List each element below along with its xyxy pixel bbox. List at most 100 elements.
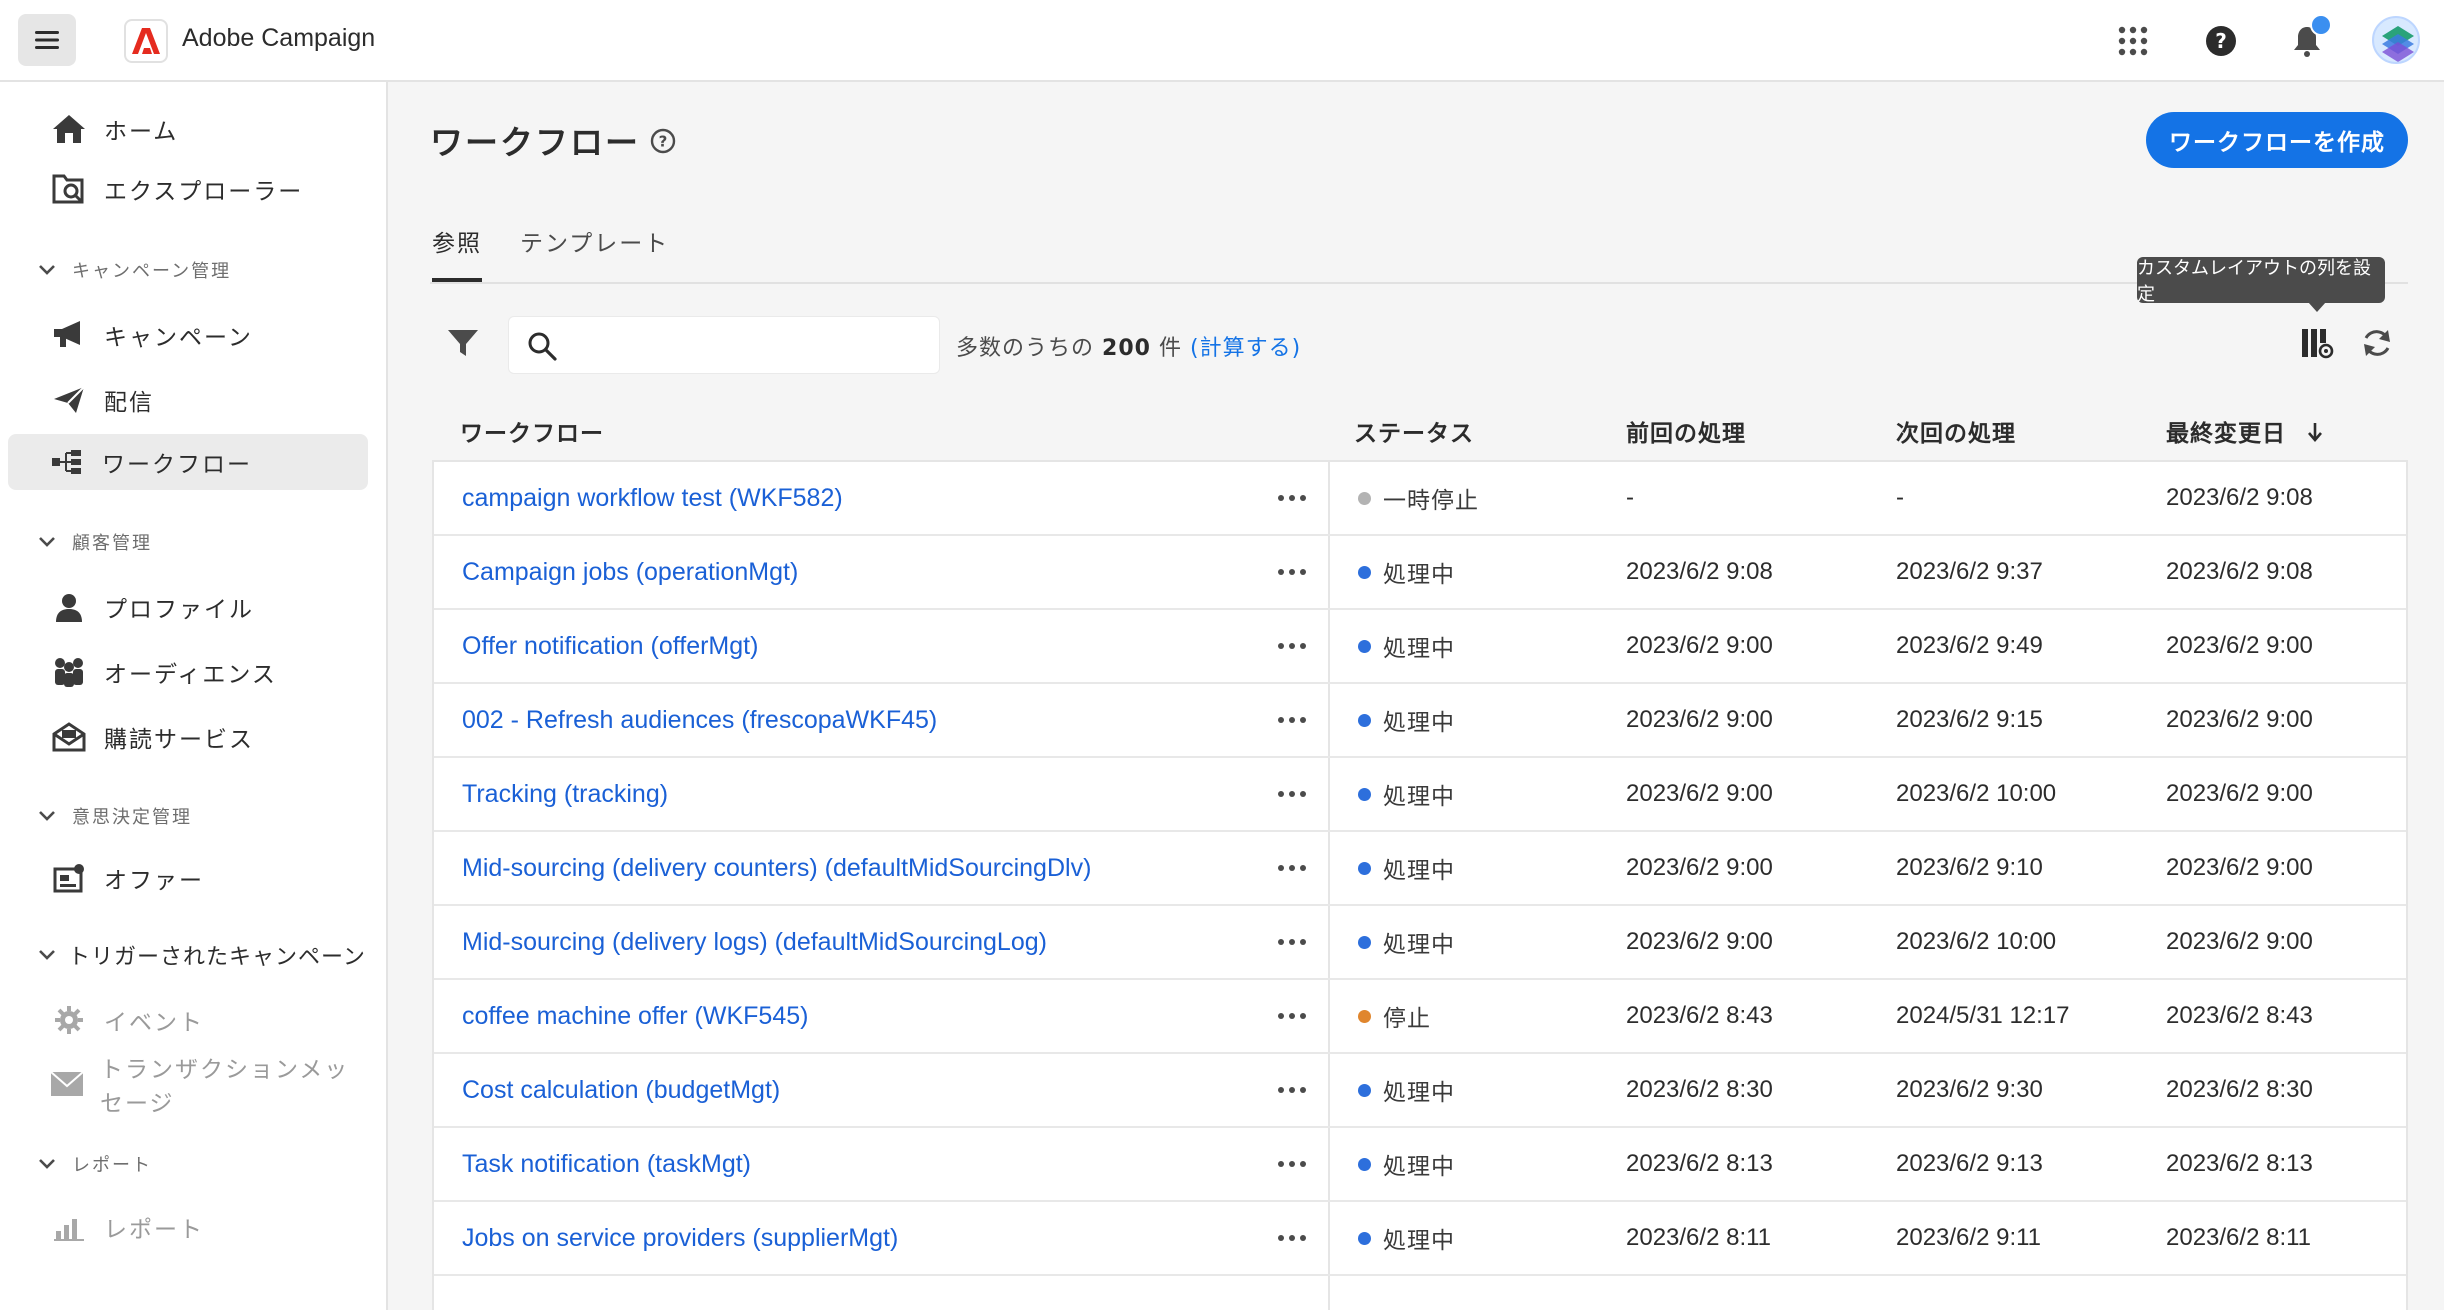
column-header-status[interactable]: ステータス: [1354, 414, 1474, 448]
section-customer-management[interactable]: 顧客管理: [36, 524, 152, 560]
status-dot: [1358, 1009, 1371, 1023]
column-header-previous-run[interactable]: 前回の処理: [1626, 414, 1746, 448]
workflow-name-link[interactable]: 002 - Refresh audiences (frescopaWKF45): [462, 684, 937, 756]
sidebar-item-workflows[interactable]: ワークフロー: [8, 434, 368, 490]
table-row[interactable]: Offer notification (offerMgt) 処理中 2023/6/2…: [434, 610, 2406, 684]
workflow-name-link[interactable]: Jobs on service providers (supplierMgt): [462, 1202, 898, 1274]
workflow-name-link[interactable]: Cost calculation (budgetMgt): [462, 1054, 780, 1126]
more-actions-button[interactable]: [1272, 462, 1312, 534]
sidebar-item-transactional-messages: トランザクションメッセージ: [8, 1056, 368, 1117]
more-actions-button[interactable]: [1272, 980, 1312, 1052]
more-actions-button[interactable]: [1272, 832, 1312, 904]
status-cell: 処理中: [1358, 758, 1455, 830]
calculate-count-link[interactable]: (計算する): [1190, 336, 1301, 361]
app-name[interactable]: Adobe Campaign: [182, 24, 375, 53]
column-header-last-modified[interactable]: 最終変更日: [2166, 414, 2323, 448]
refresh-icon[interactable]: [2360, 326, 2396, 362]
table-row[interactable]: Jobs on service providers (supplierMgt) 処…: [434, 1202, 2406, 1276]
table-row[interactable]: Tracking (tracking) 処理中 2023/6/2 9:00 2023/…: [434, 758, 2406, 832]
tab-templates[interactable]: テンプレート: [520, 224, 669, 282]
search-field[interactable]: [508, 316, 940, 374]
status-dot: [1358, 935, 1371, 949]
create-workflow-button[interactable]: ワークフローを作成: [2146, 112, 2408, 168]
section-decision-management[interactable]: 意思決定管理: [36, 798, 192, 834]
page-title: ワークフロー: [430, 123, 640, 162]
more-actions-button[interactable]: [1272, 758, 1312, 830]
top-bar: Adobe Campaign ?: [0, 0, 2444, 82]
sidebar-item-subscription-services[interactable]: 購読サービス: [8, 709, 368, 765]
search-input[interactable]: [571, 325, 931, 365]
last-modified-cell: 2023/6/2 9:00: [2166, 706, 2313, 733]
section-campaign-management[interactable]: キャンペーン管理: [36, 252, 231, 288]
hamburger-menu-button[interactable]: [18, 14, 76, 66]
adobe-logo[interactable]: [124, 19, 168, 63]
workflow-name-link[interactable]: Task notification (taskMgt): [462, 1128, 751, 1200]
bar-chart-icon: [50, 1208, 88, 1246]
sidebar-item-audiences[interactable]: オーディエンス: [8, 644, 368, 700]
more-actions-button[interactable]: [1272, 906, 1312, 978]
workflow-name-link[interactable]: Campaign jobs (operationMgt): [462, 536, 798, 608]
sidebar-item-campaigns[interactable]: キャンペーン: [8, 307, 368, 363]
result-count: 多数のうちの 200 件 (計算する): [956, 336, 1302, 361]
section-reports[interactable]: レポート: [36, 1146, 152, 1182]
table-header: ワークフロー ステータス 前回の処理 次回の処理 最終変更日: [432, 404, 2408, 460]
filter-icon[interactable]: [446, 326, 482, 362]
next-run-cell: 2023/6/2 9:30: [1896, 1076, 2043, 1103]
notifications-icon[interactable]: [2286, 14, 2332, 62]
sidebar-item-explorer[interactable]: エクスプローラー: [8, 161, 368, 217]
sidebar-item-profiles[interactable]: プロファイル: [8, 579, 368, 635]
sidebar-item-offers[interactable]: オファー: [8, 850, 368, 906]
column-settings-icon[interactable]: [2300, 326, 2336, 362]
column-header-workflow[interactable]: ワークフロー: [460, 414, 604, 448]
workflow-name-link[interactable]: Mid-sourcing (delivery counters) (defaul…: [462, 832, 1091, 904]
status-dot: [1358, 565, 1371, 579]
table-row[interactable]: campaign workflow test (WKF582) 一時停止 - - 202…: [434, 462, 2406, 536]
chevron-down-icon: [36, 1153, 58, 1175]
more-actions-button[interactable]: [1272, 1202, 1312, 1274]
more-actions-button[interactable]: [1272, 610, 1312, 682]
status-cell: 一時停止: [1358, 462, 1479, 534]
tooltip: カスタムレイアウトの列を設定: [2137, 257, 2385, 305]
table-row[interactable]: coffee machine offer (WKF545) 停止 2023/6/2 …: [434, 980, 2406, 1054]
next-run-cell: 2023/6/2 9:10: [1896, 854, 2043, 881]
tab-bar: 参照 テンプレート: [430, 220, 2408, 284]
status-label: 処理中: [1383, 932, 1455, 958]
status-dot: [1358, 1157, 1371, 1171]
workflow-name-link[interactable]: coffee machine offer (WKF545): [462, 980, 808, 1052]
status-dot: [1358, 861, 1371, 875]
help-circle-icon[interactable]: ?: [650, 128, 676, 154]
app-switcher-icon[interactable]: [2112, 20, 2154, 62]
last-modified-cell: 2023/6/2 8:13: [2166, 1150, 2313, 1177]
column-header-next-run[interactable]: 次回の処理: [1896, 414, 2016, 448]
result-count-number: 200: [1102, 336, 1151, 361]
workflow-name-link[interactable]: Mid-sourcing (delivery logs) (defaultMid…: [462, 906, 1047, 978]
more-icon: [1278, 791, 1306, 797]
more-actions-button[interactable]: [1272, 1128, 1312, 1200]
send-icon: [50, 381, 88, 419]
sidebar-item-deliveries[interactable]: 配信: [8, 372, 368, 428]
sidebar-item-home[interactable]: ホーム: [8, 101, 368, 157]
table-row[interactable]: Task notification (taskMgt) 処理中 2023/6/2 8…: [434, 1128, 2406, 1202]
table-row[interactable]: Campaign jobs (operationMgt) 処理中 2023/6/2 …: [434, 536, 2406, 610]
table-row[interactable]: Mid-sourcing (delivery logs) (defaultMid…: [434, 906, 2406, 980]
status-label: 処理中: [1383, 784, 1455, 810]
next-run-cell: 2023/6/2 9:11: [1896, 1224, 2042, 1251]
table-row[interactable]: 002 - Refresh audiences (frescopaWKF45) 処…: [434, 684, 2406, 758]
workflow-name-link[interactable]: campaign workflow test (WKF582): [462, 462, 843, 534]
more-actions-button[interactable]: [1272, 1054, 1312, 1126]
help-icon[interactable]: ?: [2200, 20, 2242, 62]
workflow-name-link[interactable]: Offer notification (offerMgt): [462, 610, 758, 682]
more-actions-button[interactable]: [1272, 536, 1312, 608]
previous-run-cell: -: [1626, 484, 1634, 511]
status-label: 処理中: [1383, 1080, 1455, 1106]
more-actions-button[interactable]: [1272, 684, 1312, 756]
user-avatar[interactable]: [2372, 16, 2420, 64]
tab-browse[interactable]: 参照: [432, 224, 482, 282]
last-modified-cell: 2023/6/2 9:08: [2166, 558, 2313, 585]
sidebar-item-events: イベント: [8, 992, 368, 1048]
table-row[interactable]: Mid-sourcing (delivery counters) (defaul…: [434, 832, 2406, 906]
section-triggered-campaigns[interactable]: トリガーされたキャンペーン: [36, 937, 366, 973]
workflow-name-link[interactable]: Tracking (tracking): [462, 758, 668, 830]
table-row[interactable]: Cost calculation (budgetMgt) 処理中 2023/6/2 …: [434, 1054, 2406, 1128]
previous-run-cell: 2023/6/2 9:08: [1626, 558, 1773, 585]
